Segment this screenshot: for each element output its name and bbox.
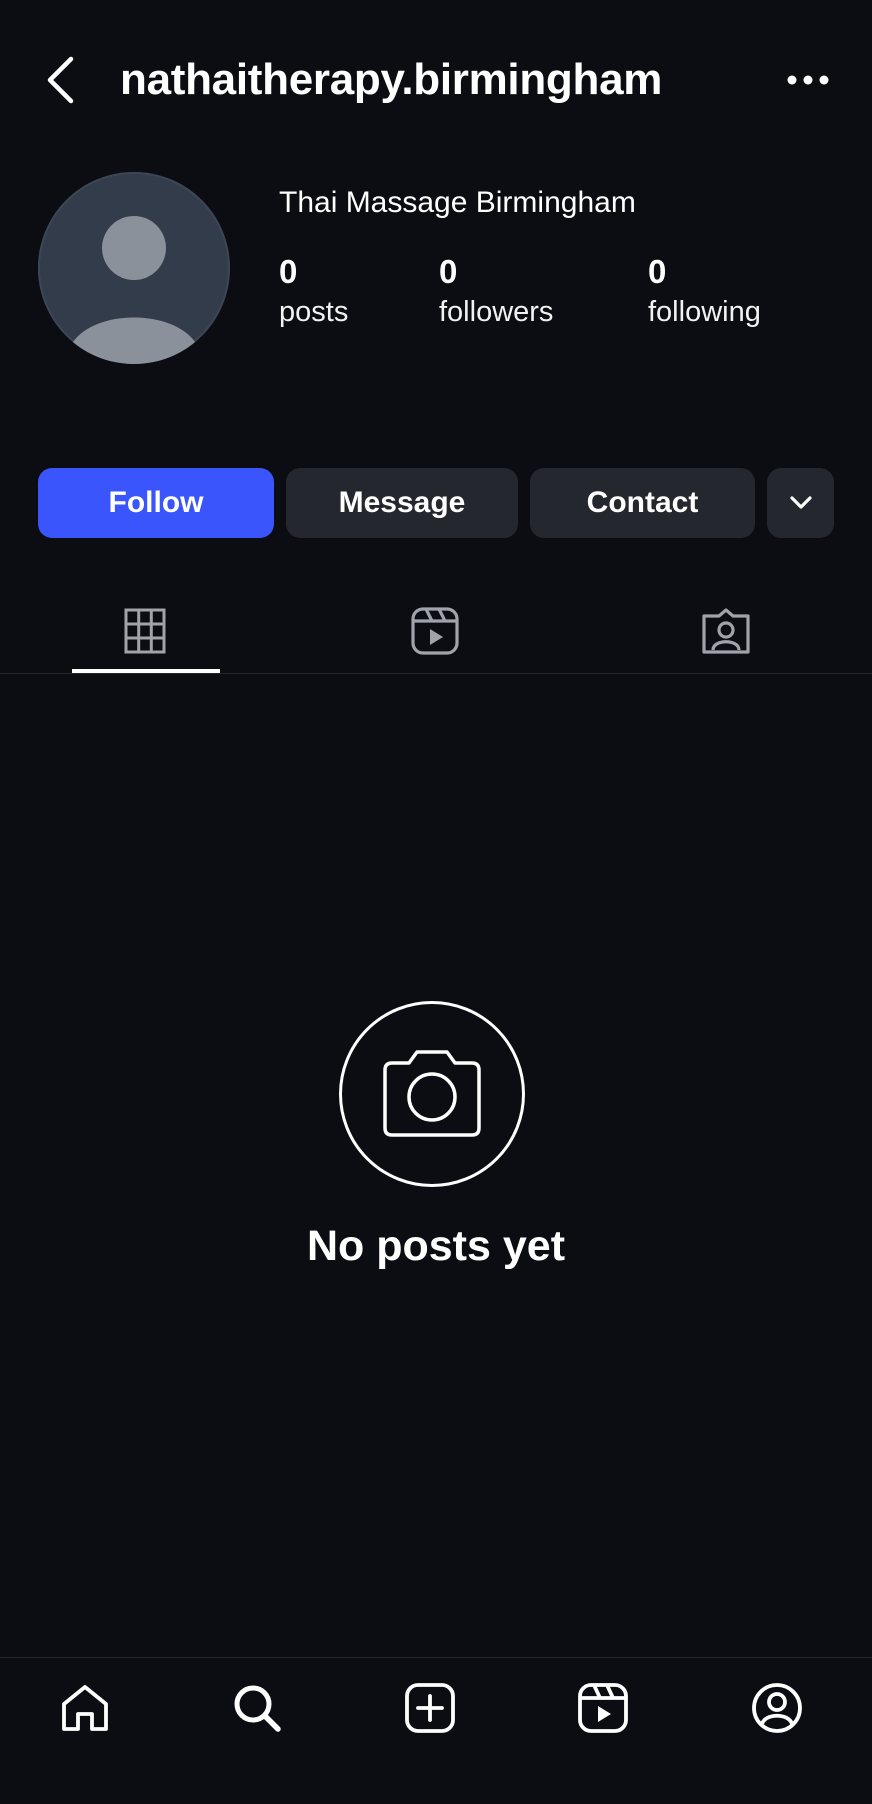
- back-button[interactable]: [36, 50, 84, 110]
- tab-tagged[interactable]: [580, 588, 872, 674]
- search-icon: [234, 1685, 281, 1732]
- following-count-value: 0: [648, 253, 667, 290]
- profile-icon: [752, 1683, 802, 1733]
- nav-profile[interactable]: [737, 1676, 817, 1740]
- reels-icon: [578, 1683, 628, 1733]
- follow-button[interactable]: Follow: [38, 468, 274, 538]
- posts-count: 0 posts: [279, 252, 348, 332]
- following-count[interactable]: 0 following: [648, 252, 761, 332]
- camera-icon: [339, 1001, 525, 1187]
- profile-display-name: Thai Massage Birmingham: [279, 186, 636, 219]
- chevron-left-icon: [47, 56, 74, 104]
- followers-count-value: 0: [439, 253, 458, 290]
- nav-search[interactable]: [217, 1676, 297, 1740]
- avatar[interactable]: [38, 172, 230, 364]
- posts-count-label: posts: [279, 296, 349, 328]
- empty-state-message: No posts yet: [306, 1222, 566, 1270]
- followers-count-label: followers: [439, 296, 554, 328]
- default-avatar-icon: [66, 216, 202, 364]
- suggested-accounts-button[interactable]: [767, 468, 834, 538]
- ellipsis-horizontal-icon: [787, 75, 829, 85]
- tab-posts[interactable]: [0, 588, 290, 674]
- tagged-icon: [702, 608, 750, 654]
- tab-reels[interactable]: [290, 588, 580, 674]
- nav-reels[interactable]: [563, 1676, 643, 1740]
- posts-count-value: 0: [279, 253, 298, 290]
- nav-home[interactable]: [45, 1676, 125, 1740]
- nav-create[interactable]: [390, 1676, 470, 1740]
- contact-button[interactable]: Contact: [530, 468, 755, 538]
- followers-count[interactable]: 0 followers: [439, 252, 553, 332]
- plus-square-icon: [405, 1683, 455, 1733]
- message-button[interactable]: Message: [286, 468, 518, 538]
- chevron-down-icon: [789, 496, 812, 509]
- following-count-label: following: [648, 296, 761, 328]
- profile-username: nathaitherapy.birmingham: [120, 55, 663, 104]
- bottom-nav-divider: [0, 1657, 872, 1658]
- home-icon: [62, 1685, 108, 1731]
- tabs-divider: [0, 673, 872, 674]
- reels-icon: [411, 607, 459, 655]
- empty-state-illustration: [338, 1000, 526, 1188]
- grid-icon: [124, 608, 166, 654]
- more-options-button[interactable]: [776, 52, 840, 108]
